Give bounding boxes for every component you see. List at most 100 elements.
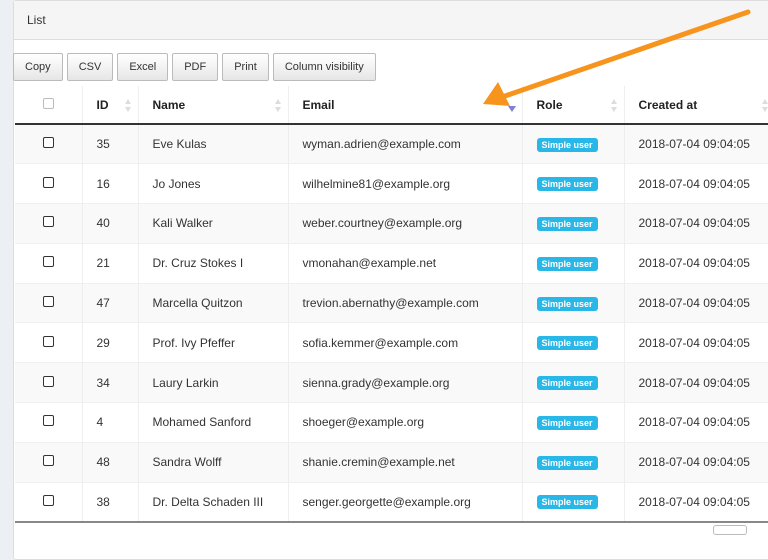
role-badge: Simple user [537,138,598,152]
row-checkbox[interactable] [43,336,54,347]
role-cell: Simple user [522,164,624,204]
sort-both-icon [275,99,282,112]
row-select-cell[interactable] [15,482,82,522]
select-all-checkbox[interactable] [43,98,54,109]
table-row[interactable]: 48Sandra Wolffshanie.cremin@example.netS… [15,442,768,482]
export-toolbar: Copy CSV Excel PDF Print Column visibili… [13,53,376,81]
row-checkbox[interactable] [43,415,54,426]
table-row[interactable]: 16Jo Joneswilhelmine81@example.orgSimple… [15,164,768,204]
row-checkbox[interactable] [43,455,54,466]
row-checkbox[interactable] [43,256,54,267]
csv-button[interactable]: CSV [67,53,114,81]
column-label: Role [537,98,563,112]
role-badge: Simple user [537,217,598,231]
table-row[interactable]: 35Eve Kulaswyman.adrien@example.comSimpl… [15,124,768,164]
name-cell: Sandra Wolff [138,442,288,482]
role-cell: Simple user [522,283,624,323]
column-header-email[interactable]: Email [288,86,522,124]
table-row[interactable]: 34Laury Larkinsienna.grady@example.org Si… [15,363,768,403]
column-header-id[interactable]: ID [82,86,138,124]
id-cell: 34 [82,363,138,403]
excel-button[interactable]: Excel [117,53,168,81]
role-cell: Simple user [522,403,624,443]
email-cell: vmonahan@example.net [288,243,522,283]
print-button[interactable]: Print [222,53,269,81]
role-cell: Simple user [522,363,624,403]
row-checkbox[interactable] [43,137,54,148]
email-cell: weber.courtney@example.org [288,204,522,244]
sort-desc-icon [508,106,516,112]
email-cell: sienna.grady@example.org [288,363,522,403]
role-badge: Simple user [537,456,598,470]
column-header-name[interactable]: Name [138,86,288,124]
id-cell: 29 [82,323,138,363]
row-checkbox[interactable] [43,216,54,227]
name-cell: Mohamed Sanford [138,403,288,443]
row-select-cell[interactable] [15,283,82,323]
role-badge: Simple user [537,416,598,430]
role-badge: Simple user [537,297,598,311]
name-cell: Kali Walker [138,204,288,244]
pdf-button[interactable]: PDF [172,53,218,81]
created-at-cell: 2018-07-04 09:04:05 [624,323,768,363]
row-select-cell[interactable] [15,124,82,164]
role-badge: Simple user [537,495,598,509]
row-select-cell[interactable] [15,363,82,403]
id-cell: 4 [82,403,138,443]
role-badge: Simple user [537,177,598,191]
created-at-cell: 2018-07-04 09:04:05 [624,442,768,482]
id-cell: 16 [82,164,138,204]
row-checkbox[interactable] [43,376,54,387]
table-row[interactable]: 21Dr. Cruz Stokes Ivmonahan@example.netS… [15,243,768,283]
column-header-role[interactable]: Role [522,86,624,124]
role-cell: Simple user [522,124,624,164]
copy-button[interactable]: Copy [13,53,63,81]
role-badge: Simple user [537,376,598,390]
name-cell: Laury Larkin [138,363,288,403]
row-select-cell[interactable] [15,243,82,283]
users-table: ID Name Email Role Created at 35Eve Kula… [15,86,768,523]
select-all-header[interactable] [15,86,82,124]
column-header-created-at[interactable]: Created at [624,86,768,124]
row-checkbox[interactable] [43,177,54,188]
table-row[interactable]: 38Dr. Delta Schaden IIIsenger.georgette@… [15,482,768,522]
id-cell: 21 [82,243,138,283]
column-label: Email [303,98,335,112]
created-at-cell: 2018-07-04 09:04:05 [624,363,768,403]
column-visibility-button[interactable]: Column visibility [273,53,376,81]
table-row[interactable]: 47Marcella Quitzontrevion.abernathy@exam… [15,283,768,323]
table-row[interactable]: 4Mohamed Sanfordshoeger@example.orgSimpl… [15,403,768,443]
created-at-cell: 2018-07-04 09:04:05 [624,243,768,283]
created-at-cell: 2018-07-04 09:04:05 [624,124,768,164]
name-cell: Dr. Delta Schaden III [138,482,288,522]
sort-both-icon [611,99,618,112]
id-cell: 40 [82,204,138,244]
created-at-cell: 2018-07-04 09:04:05 [624,204,768,244]
page-length-control[interactable] [713,525,747,535]
role-cell: Simple user [522,243,624,283]
row-checkbox[interactable] [43,296,54,307]
table-row[interactable]: 29Prof. Ivy Pfeffersofia.kemmer@example.… [15,323,768,363]
row-select-cell[interactable] [15,323,82,363]
email-cell: wilhelmine81@example.org [288,164,522,204]
created-at-cell: 2018-07-04 09:04:05 [624,403,768,443]
name-cell: Dr. Cruz Stokes I [138,243,288,283]
sort-both-icon [762,99,768,112]
role-cell: Simple user [522,204,624,244]
column-label: ID [97,98,109,112]
name-cell: Prof. Ivy Pfeffer [138,323,288,363]
id-cell: 47 [82,283,138,323]
email-cell: wyman.adrien@example.com [288,124,522,164]
name-cell: Marcella Quitzon [138,283,288,323]
row-checkbox[interactable] [43,495,54,506]
created-at-cell: 2018-07-04 09:04:05 [624,482,768,522]
table-row[interactable]: 40Kali Walkerweber.courtney@example.org S… [15,204,768,244]
row-select-cell[interactable] [15,164,82,204]
row-select-cell[interactable] [15,403,82,443]
email-cell: senger.georgette@example.org [288,482,522,522]
id-cell: 48 [82,442,138,482]
created-at-cell: 2018-07-04 09:04:05 [624,283,768,323]
row-select-cell[interactable] [15,442,82,482]
role-cell: Simple user [522,323,624,363]
row-select-cell[interactable] [15,204,82,244]
